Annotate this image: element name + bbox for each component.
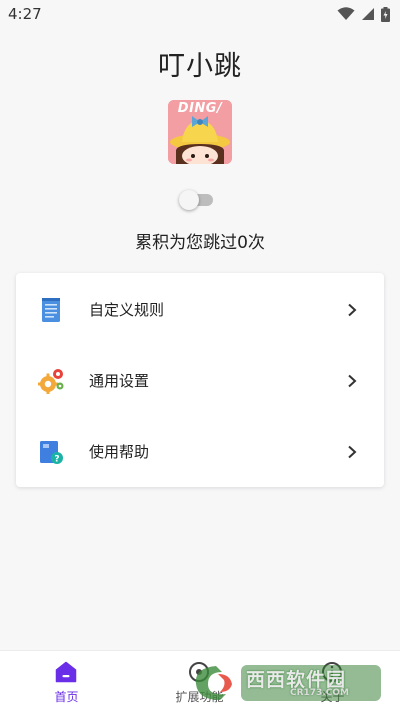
chevron-right-icon (348, 374, 357, 387)
nav-tab-home[interactable]: 首页 (0, 651, 133, 712)
status-time: 4:27 (8, 5, 42, 23)
wifi-icon (337, 7, 355, 20)
menu-item-label: 通用设置 (89, 372, 150, 390)
svg-text:?: ? (54, 454, 59, 464)
menu-item-label: 自定义规则 (89, 301, 165, 319)
menu-item-help[interactable]: ? 使用帮助 (16, 416, 384, 487)
app-logo: DING/ (168, 100, 232, 164)
home-icon (55, 661, 77, 683)
menu-item-general-settings[interactable]: 通用设置 (16, 345, 384, 416)
chevron-right-icon (348, 303, 357, 316)
settings-gears-icon (38, 368, 64, 394)
nav-label: 首页 (54, 690, 79, 704)
menu-card: 自定义规则 通用设置 ? 使用帮助 (16, 273, 384, 487)
menu-item-label: 使用帮助 (89, 443, 150, 461)
toggle-thumb (179, 190, 199, 210)
status-bar: 4:27 (0, 0, 400, 28)
watermark-subtext: CR173.COM (290, 688, 349, 698)
chevron-right-icon (348, 445, 357, 458)
menu-item-custom-rules[interactable]: 自定义规则 (16, 274, 384, 345)
rules-document-icon (42, 297, 60, 322)
skip-count-text: 累积为您跳过0次 (135, 233, 265, 253)
help-book-icon: ? (40, 440, 63, 464)
signal-icon (362, 8, 374, 20)
watermark: 西西软件园 CR173.COM (186, 660, 384, 706)
service-toggle[interactable] (179, 190, 215, 210)
app-title: 叮小跳 (158, 51, 242, 82)
logo-word: DING/ (177, 101, 223, 116)
battery-charging-icon (381, 6, 390, 22)
status-icons (337, 6, 390, 22)
